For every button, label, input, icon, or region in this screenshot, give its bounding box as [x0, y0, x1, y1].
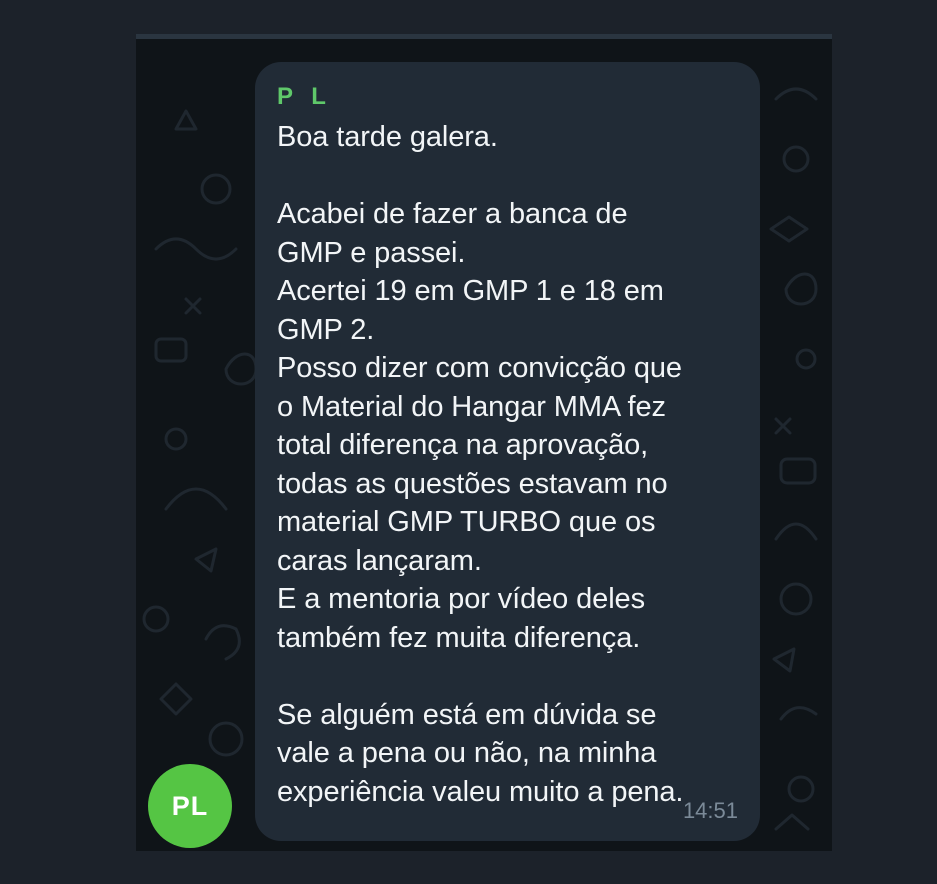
message-text: Boa tarde galera. Acabei de fazer a banc… [277, 121, 684, 808]
screenshot-frame: P L Boa tarde galera. Acabei de fazer a … [0, 0, 937, 884]
message-bubble[interactable]: P L Boa tarde galera. Acabei de fazer a … [255, 62, 760, 841]
avatar-initials: PL [171, 790, 209, 821]
avatar[interactable]: PL [148, 764, 232, 848]
sender-name[interactable]: P L [277, 82, 738, 112]
chat-panel[interactable]: P L Boa tarde galera. Acabei de fazer a … [136, 34, 832, 851]
message-timestamp: 14:51 [682, 798, 738, 823]
